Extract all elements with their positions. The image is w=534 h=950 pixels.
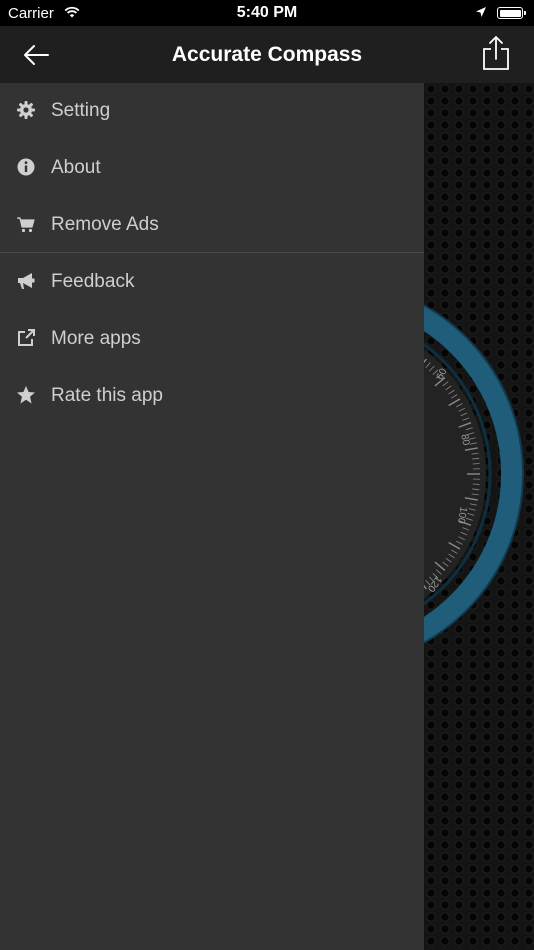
page-title: Accurate Compass xyxy=(171,43,363,66)
info-icon xyxy=(17,158,35,176)
menu-item-label: More apps xyxy=(51,328,141,349)
megaphone-icon xyxy=(18,273,35,289)
menu-item-label: Feedback xyxy=(51,271,135,292)
battery-icon xyxy=(497,7,526,19)
menu-item-label: About xyxy=(51,157,101,178)
menu-item-setting[interactable]: Setting xyxy=(0,83,424,140)
external-link-icon xyxy=(18,329,35,346)
menu-item-rate-app[interactable]: Rate this app xyxy=(0,368,424,425)
menu-item-label: Setting xyxy=(51,100,111,121)
compass-background: 60 80 100 120 xyxy=(424,83,534,950)
cart-icon xyxy=(17,217,35,233)
menu-item-label: Rate this app xyxy=(51,385,163,406)
star-icon xyxy=(17,386,35,404)
menu-item-remove-ads[interactable]: Remove Ads xyxy=(0,197,424,254)
status-bar: Carrier 5:40 PM xyxy=(0,0,534,26)
menu-item-label: Remove Ads xyxy=(51,214,159,235)
menu-item-feedback[interactable]: Feedback xyxy=(0,254,424,311)
location-arrow-icon xyxy=(476,7,486,17)
clock: 5:40 PM xyxy=(236,4,298,21)
gear-icon xyxy=(17,101,35,119)
nav-bar: Accurate Compass xyxy=(0,26,534,83)
menu-divider xyxy=(0,252,424,253)
menu-item-about[interactable]: About xyxy=(0,140,424,197)
menu-item-more-apps[interactable]: More apps xyxy=(0,311,424,368)
share-icon[interactable] xyxy=(481,35,511,71)
side-drawer: Setting About Remove Ads Feedback More a… xyxy=(0,83,424,950)
